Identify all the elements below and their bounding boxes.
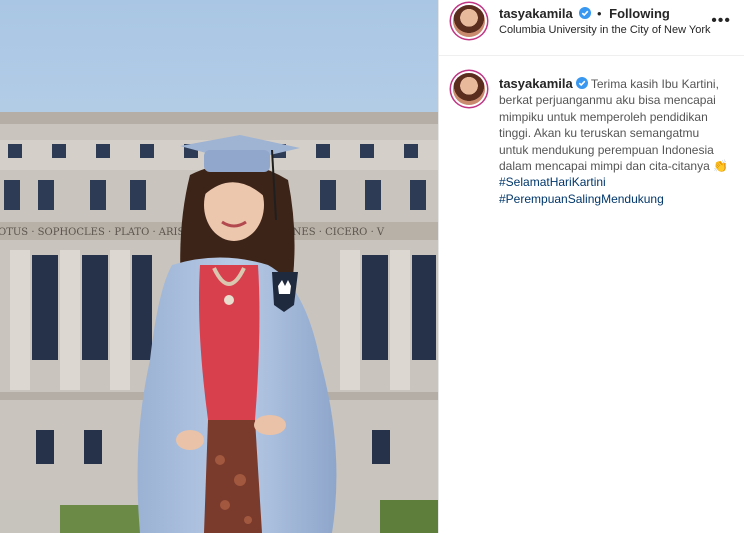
caption: tasyakamila Terima kasih Ibu Kartini, be… [499,76,729,207]
hashtag-link[interactable]: #SelamatHariKartini [499,174,729,190]
header-username[interactable]: tasyakamila [499,6,573,21]
caption-text: Terima kasih Ibu Kartini, berkat perjuan… [499,77,719,174]
separator-dot: • [596,6,602,21]
post-header: tasyakamila • Following Columbia Univers… [439,0,744,56]
verified-badge-icon [579,7,592,19]
post-details-panel: tasyakamila • Following Columbia Univers… [438,0,744,533]
more-options-icon[interactable]: ••• [711,12,731,30]
clapping-hands-icon: 👏 [713,159,729,174]
post-photo[interactable]: OTUS · SOPHOCLES · PLATO · ARISTOTLE · D… [0,0,438,533]
caption-avatar[interactable] [453,73,485,105]
graduation-photo: OTUS · SOPHOCLES · PLATO · ARISTOTLE · D… [0,0,438,533]
caption-username[interactable]: tasyakamila [499,76,573,91]
avatar[interactable] [453,5,485,37]
location-link[interactable]: Columbia University in the City of New Y… [499,24,711,36]
following-button[interactable]: Following [609,6,670,21]
hashtag-link[interactable]: #PerempuanSalingMendukung [499,191,729,207]
verified-badge-icon [575,77,588,89]
header-user-row: tasyakamila • Following [499,6,670,21]
